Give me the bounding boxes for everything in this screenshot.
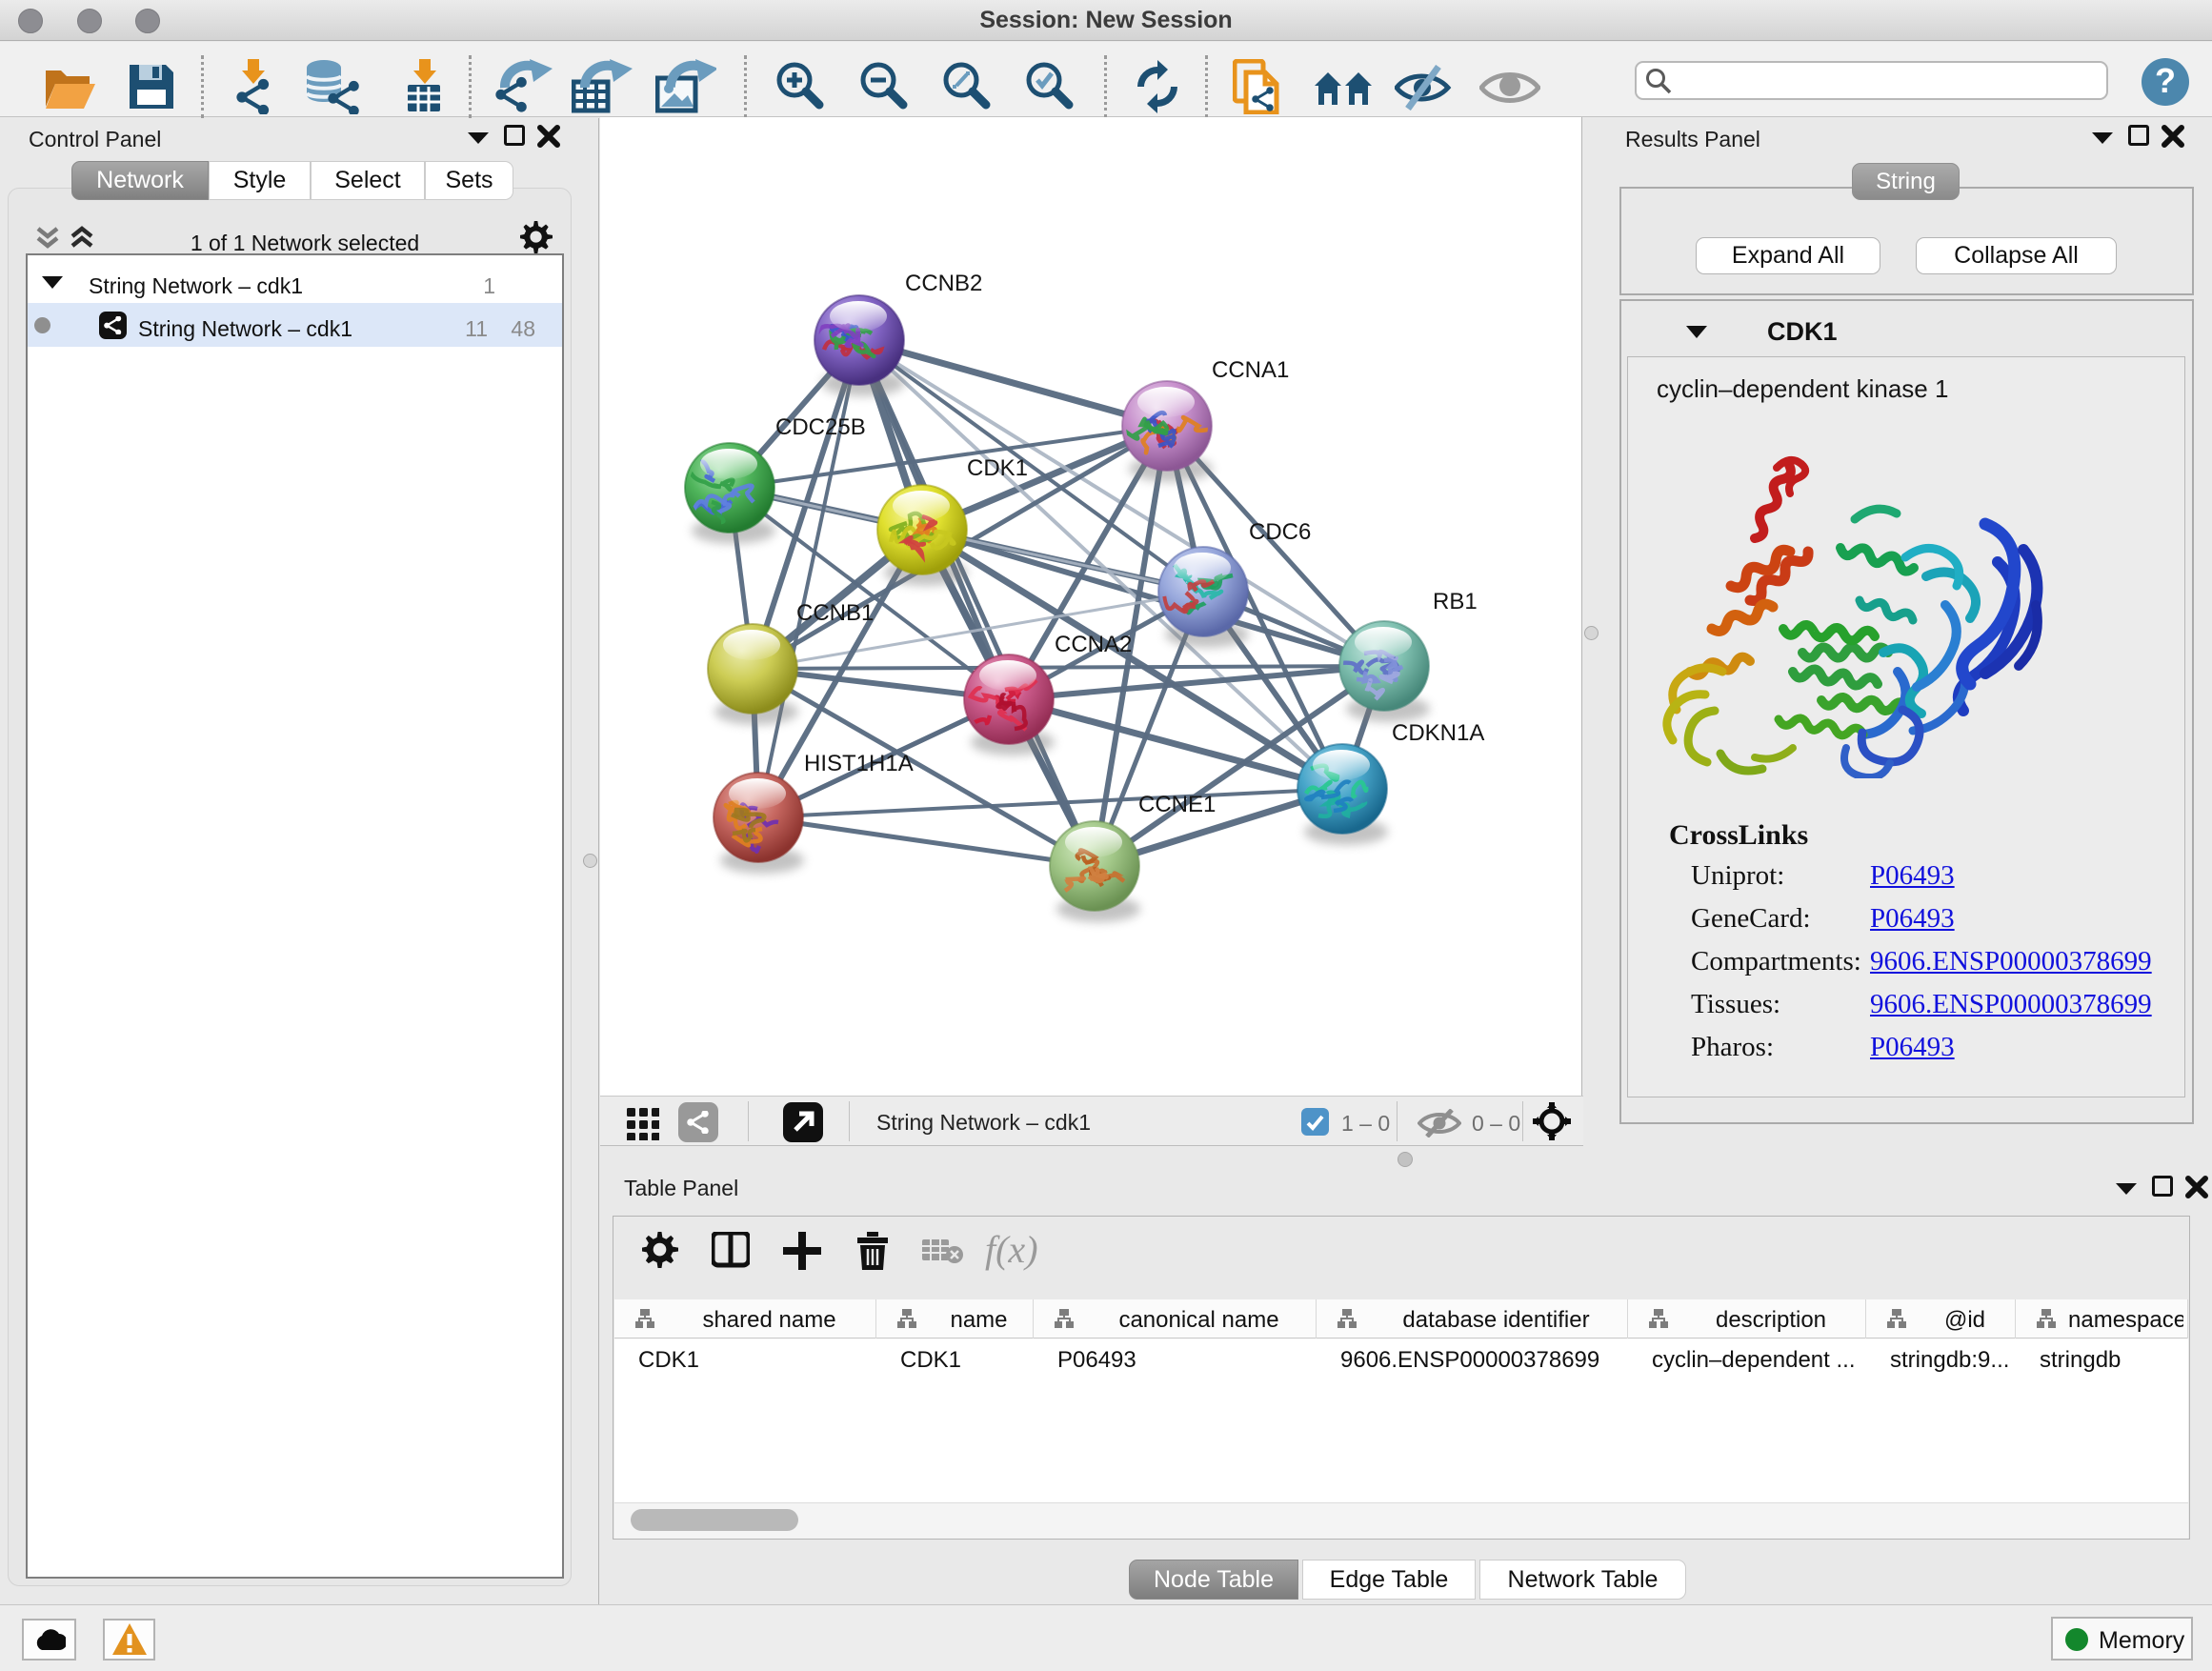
svg-text:CCNB2: CCNB2 bbox=[905, 271, 982, 296]
svg-text:CCNA1: CCNA1 bbox=[1212, 357, 1289, 383]
svg-text:CCNB1: CCNB1 bbox=[796, 600, 874, 626]
svg-text:CDK1: CDK1 bbox=[967, 455, 1028, 481]
svg-text:RB1: RB1 bbox=[1433, 589, 1478, 614]
svg-text:CCNE1: CCNE1 bbox=[1138, 792, 1216, 817]
svg-text:HIST1H1A: HIST1H1A bbox=[804, 751, 914, 776]
svg-text:CDC25B: CDC25B bbox=[775, 414, 866, 440]
svg-text:CDC6: CDC6 bbox=[1249, 519, 1311, 545]
svg-text:CDKN1A: CDKN1A bbox=[1392, 720, 1484, 746]
svg-text:CCNA2: CCNA2 bbox=[1055, 632, 1132, 657]
